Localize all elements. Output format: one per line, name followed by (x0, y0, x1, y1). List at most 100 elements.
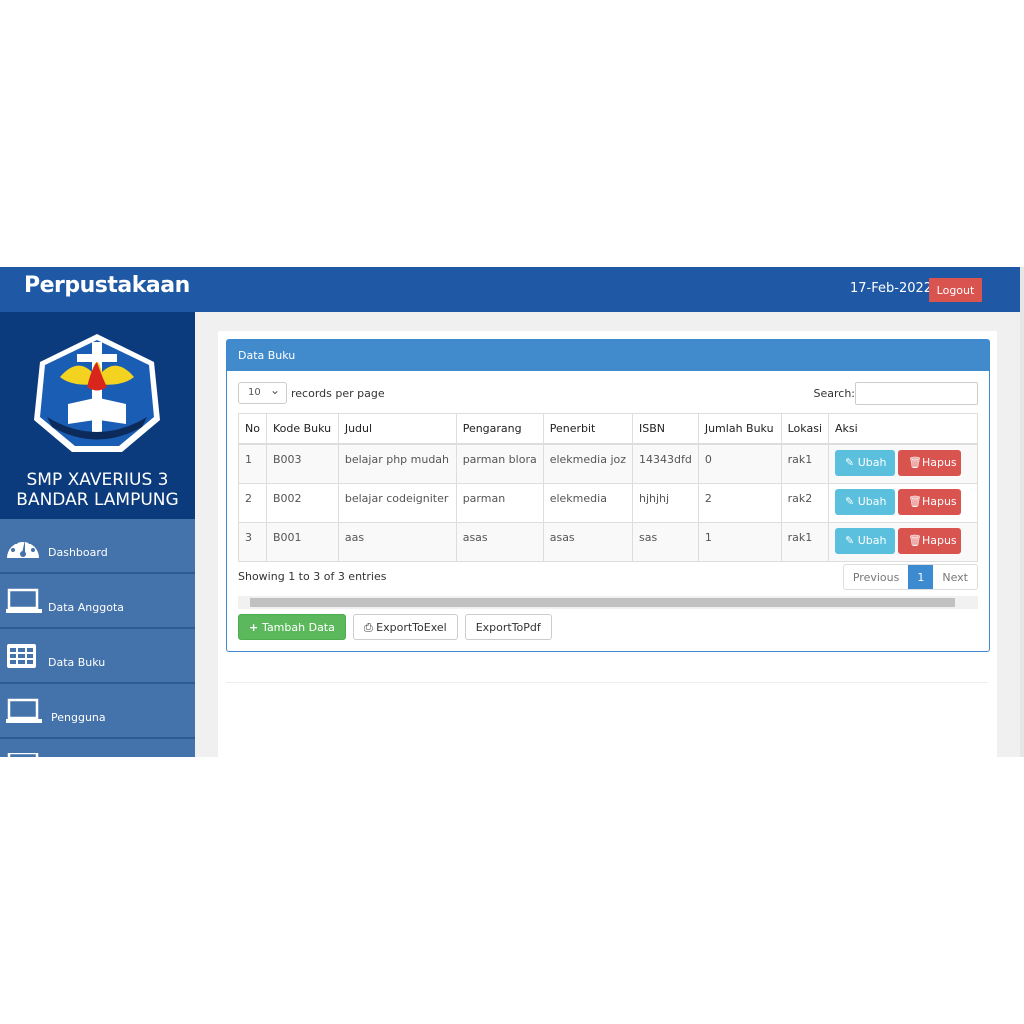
current-date: 17-Feb-2022 (850, 281, 933, 296)
app-title: Perpustakaan (24, 273, 190, 298)
table-cell: elekmedia joz (542, 443, 634, 484)
sidebar-item-pengguna[interactable]: Pengguna (0, 684, 195, 739)
table-cell: elekmedia (542, 482, 634, 523)
horizontal-scrollbar[interactable] (238, 596, 978, 609)
table-info: Showing 1 to 3 of 3 entries (238, 570, 387, 583)
table-cell: parman blora (455, 443, 544, 484)
column-header[interactable]: Judul (337, 413, 457, 445)
column-header[interactable]: Pengarang (455, 413, 544, 445)
table-cell: belajar php mudah (337, 443, 457, 484)
sidebar-item-data-anggota[interactable]: Data Anggota (0, 574, 195, 629)
edit-icon: ✎ (845, 494, 858, 508)
sidebar-item-dashboard[interactable]: Dashboard (0, 519, 195, 574)
divider (226, 682, 988, 683)
edit-icon: ✎ (845, 533, 858, 547)
trash-icon: 🗑 (908, 533, 922, 547)
logout-button[interactable]: Logout (929, 278, 982, 302)
table-icon (7, 644, 36, 668)
books-table: No Kode Buku Judul Pengarang Penerbit ISBN Jum… (238, 413, 978, 562)
school-logo (34, 334, 160, 452)
data-buku-card: Data Buku 10 records per page Search: No… (226, 339, 990, 652)
edit-icon (7, 753, 39, 757)
table-cell: rak1 (780, 443, 830, 484)
table-row: 3 B001 aas asas asas sas 1 rak1 ✎ Ubah 🗑Hapus (238, 521, 978, 562)
sidebar-item-data-buku[interactable]: Data Buku (0, 629, 195, 684)
action-cell: ✎ Ubah 🗑Hapus (828, 521, 978, 562)
laptop-icon (6, 588, 42, 613)
table-cell: 2 (238, 482, 267, 523)
top-header: Perpustakaan 17-Feb-2022 Logout (0, 267, 1020, 312)
delete-button[interactable]: 🗑Hapus (898, 488, 961, 515)
delete-label: Hapus (921, 494, 957, 508)
column-header[interactable]: Aksi (828, 413, 978, 445)
print-icon: ⎙ (363, 621, 377, 634)
table-cell: sas (632, 521, 699, 562)
laptop-icon (6, 698, 42, 723)
edit-label: Ubah (857, 533, 887, 547)
edit-label: Ubah (857, 456, 887, 469)
export-excel-label: ExportToExel (376, 621, 447, 634)
table-cell: 3 (238, 521, 267, 562)
card-title: Data Buku (227, 340, 989, 371)
table-cell: hjhjhj (632, 482, 699, 523)
plus-icon: + (249, 621, 263, 634)
delete-button[interactable]: 🗑Hapus (898, 527, 961, 554)
table-cell: 1 (697, 521, 782, 562)
sidebar-item-label: Dashboard (48, 546, 108, 559)
page-1-button[interactable]: 1 (908, 565, 934, 589)
export-pdf-button[interactable]: ExportToPdf (464, 614, 552, 640)
app-window: Perpustakaan 17-Feb-2022 Logout SMP XAVE… (0, 267, 1020, 757)
search-input[interactable] (855, 382, 978, 405)
table-cell: 1 (238, 443, 267, 484)
table-cell: 2 (697, 482, 782, 523)
dashboard-icon (7, 540, 39, 558)
column-header[interactable]: Jumlah Buku (697, 413, 782, 445)
table-cell: parman (455, 482, 544, 523)
add-data-button[interactable]: + Tambah Data (238, 614, 346, 640)
table-cell: belajar codeigniter (337, 482, 457, 523)
school-brand: SMP XAVERIUS 3 BANDAR LAMPUNG (0, 312, 195, 519)
action-cell: ✎ Ubah 🗑Hapus (828, 443, 978, 484)
next-page-button[interactable]: Next (933, 565, 977, 589)
table-cell: rak2 (780, 482, 830, 523)
table-cell: 0 (697, 443, 782, 484)
table-row: 2 B002 belajar codeigniter parman elekmedia h… (238, 482, 978, 523)
edit-button[interactable]: ✎ Ubah (835, 488, 895, 515)
column-header[interactable]: ISBN (632, 413, 699, 445)
sidebar-item-more[interactable] (0, 739, 195, 757)
sidebar-item-label: Pengguna (51, 711, 106, 724)
delete-button[interactable]: 🗑Hapus (898, 450, 961, 476)
table-cell: B002 (265, 482, 339, 523)
scrollbar-thumb[interactable] (250, 598, 955, 607)
table-cell: rak1 (780, 521, 830, 562)
edit-button[interactable]: ✎ Ubah (835, 527, 895, 554)
table-cell: B001 (265, 521, 339, 562)
vertical-scrollbar[interactable] (1020, 267, 1024, 757)
action-cell: ✎ Ubah 🗑Hapus (828, 482, 978, 523)
school-name: SMP XAVERIUS 3 BANDAR LAMPUNG (16, 470, 179, 510)
column-header[interactable]: Kode Buku (265, 413, 339, 445)
column-header[interactable]: No (238, 413, 267, 445)
pagination: Previous 1 Next (842, 564, 978, 590)
edit-icon: ✎ (845, 456, 858, 469)
edit-label: Ubah (857, 494, 887, 508)
table-cell: B003 (265, 443, 339, 484)
delete-label: Hapus (921, 533, 957, 547)
sidebar-item-label: Data Buku (48, 656, 106, 669)
table-cell: 14343dfd (632, 443, 699, 484)
records-per-page-select[interactable]: 10 (238, 380, 287, 404)
table-row: 1 B003 belajar php mudah parman blora elekme… (238, 443, 978, 484)
column-header[interactable]: Lokasi (780, 413, 830, 445)
export-excel-button[interactable]: ⎙ ExportToExel (352, 614, 458, 640)
sidebar-item-label: Data Anggota (48, 601, 125, 614)
edit-button[interactable]: ✎ Ubah (835, 450, 895, 476)
previous-page-button[interactable]: Previous (844, 565, 909, 589)
search-label: Search: (813, 387, 856, 400)
trash-icon: 🗑 (908, 456, 922, 469)
content-panel: Data Buku 10 records per page Search: No… (218, 331, 997, 757)
trash-icon: 🗑 (908, 494, 922, 508)
column-header[interactable]: Penerbit (542, 413, 634, 445)
records-per-page-label: records per page (291, 386, 385, 400)
table-cell: asas (455, 521, 544, 562)
table-cell: aas (337, 521, 457, 562)
